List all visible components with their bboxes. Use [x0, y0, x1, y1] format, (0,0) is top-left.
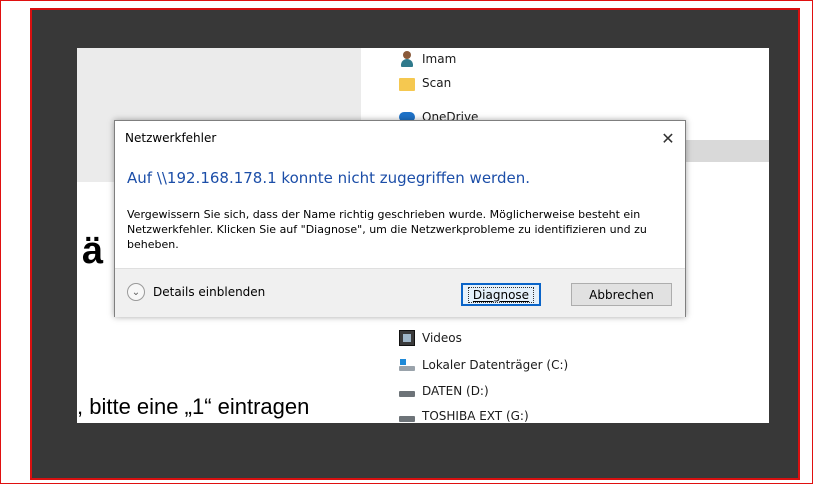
- dialog-title: Netzwerkfehler: [125, 131, 217, 145]
- nav-item-label: DATEN (D:): [422, 384, 489, 398]
- drive-icon: [399, 357, 415, 373]
- chevron-down-icon: ⌄: [127, 283, 145, 301]
- nav-item-label: Imam: [422, 52, 457, 66]
- nav-item-label: Videos: [422, 331, 462, 345]
- drive-icon: [399, 408, 415, 423]
- show-details-label: Details einblenden: [153, 285, 266, 299]
- dialog-message: Vergewissern Sie sich, dass der Name ric…: [127, 208, 647, 251]
- diagnose-label: Diagnose: [467, 286, 535, 303]
- nav-item-videos[interactable]: Videos: [399, 327, 462, 349]
- video-icon: [399, 330, 415, 346]
- nav-item-scan[interactable]: Scan: [399, 72, 451, 94]
- nav-item-drive-c[interactable]: Lokaler Datenträger (C:): [399, 354, 568, 376]
- dialog-heading: Auf \\192.168.178.1 konnte nicht zugegri…: [127, 169, 530, 187]
- cancel-button[interactable]: Abbrechen: [571, 283, 672, 306]
- network-error-dialog: Netzwerkfehler ✕ Auf \\192.168.178.1 kon…: [114, 120, 686, 317]
- selection-highlight: [683, 140, 769, 162]
- diagnose-button[interactable]: Diagnose: [461, 283, 541, 306]
- document-big-letter: ä: [82, 230, 104, 272]
- nav-item-drive-g[interactable]: TOSHIBA EXT (G:): [399, 405, 529, 423]
- nav-item-drive-d[interactable]: DATEN (D:): [399, 380, 489, 402]
- close-icon[interactable]: ✕: [655, 125, 681, 151]
- folder-icon: [399, 77, 415, 91]
- show-details-button[interactable]: ⌄ Details einblenden: [127, 283, 265, 301]
- dialog-footer: ⌄ Details einblenden Diagnose Abbrechen: [115, 268, 685, 317]
- nav-item-label: TOSHIBA EXT (G:): [422, 409, 529, 423]
- nav-item-imam[interactable]: Imam: [399, 48, 456, 70]
- document-instruction-text: , bitte eine „1“ eintragen: [77, 394, 310, 419]
- drive-icon: [399, 383, 415, 399]
- nav-item-label: Scan: [422, 76, 452, 90]
- user-icon: [399, 51, 415, 67]
- nav-item-label: Lokaler Datenträger (C:): [422, 358, 569, 372]
